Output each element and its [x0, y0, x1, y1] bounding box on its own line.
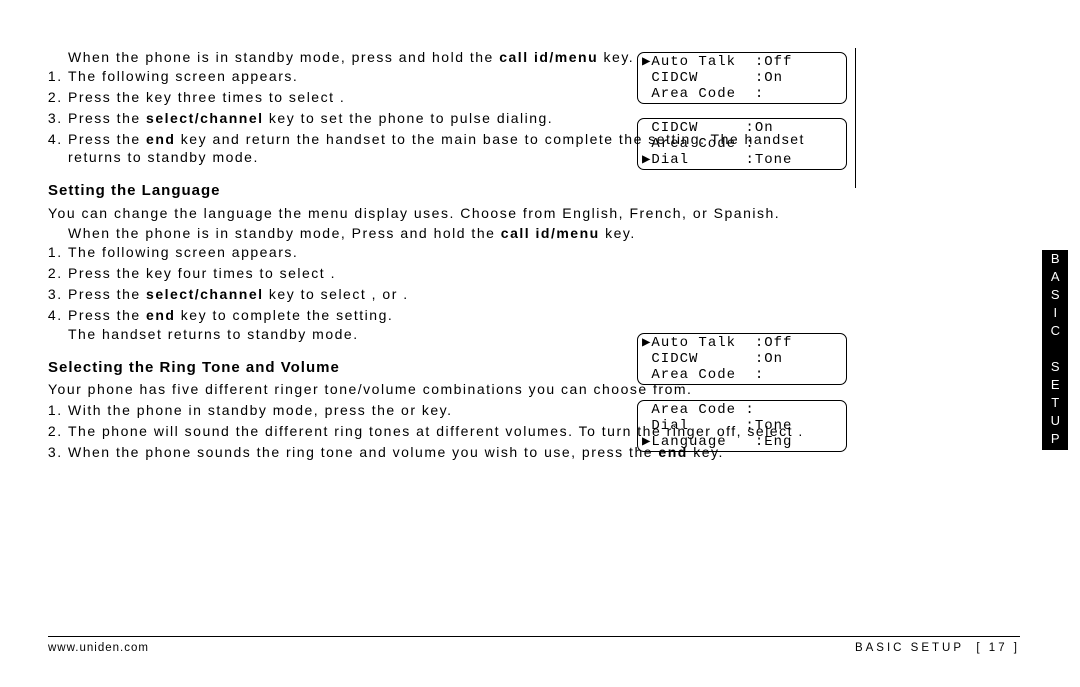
step: Press the end key and return the handset…	[68, 130, 858, 168]
step: Press the key four times to select .	[68, 264, 858, 283]
footer-url: www.uniden.com	[48, 641, 149, 657]
step: Press the key three times to select .	[68, 88, 858, 107]
ring-steps: With the phone in standby mode, press th…	[48, 401, 858, 462]
step: Press the select/channel key to set the …	[68, 109, 858, 128]
step: The phone will sound the different ring …	[68, 422, 858, 441]
step: Press the end key to complete the settin…	[68, 306, 858, 344]
step: When the phone is in standby mode, Press…	[68, 224, 858, 262]
language-steps: When the phone is in standby mode, Press…	[48, 224, 858, 343]
heading-ring: Selecting the Ring Tone and Volume	[48, 358, 858, 378]
side-tab: BASIC SETUP	[1042, 250, 1068, 450]
step: When the phone is in standby mode, press…	[68, 48, 858, 86]
heading-language: Setting the Language	[48, 181, 858, 201]
page-footer: www.uniden.com BASIC SETUP [ 17 ]	[48, 636, 1020, 657]
step: With the phone in standby mode, press th…	[68, 401, 858, 420]
step: When the phone sounds the ring tone and …	[68, 443, 858, 462]
dial-mode-steps: When the phone is in standby mode, press…	[48, 48, 858, 167]
language-intro: You can change the language the menu dis…	[48, 204, 858, 223]
ring-intro: Your phone has five different ringer ton…	[48, 380, 858, 399]
step: Press the select/channel key to select ,…	[68, 285, 858, 304]
